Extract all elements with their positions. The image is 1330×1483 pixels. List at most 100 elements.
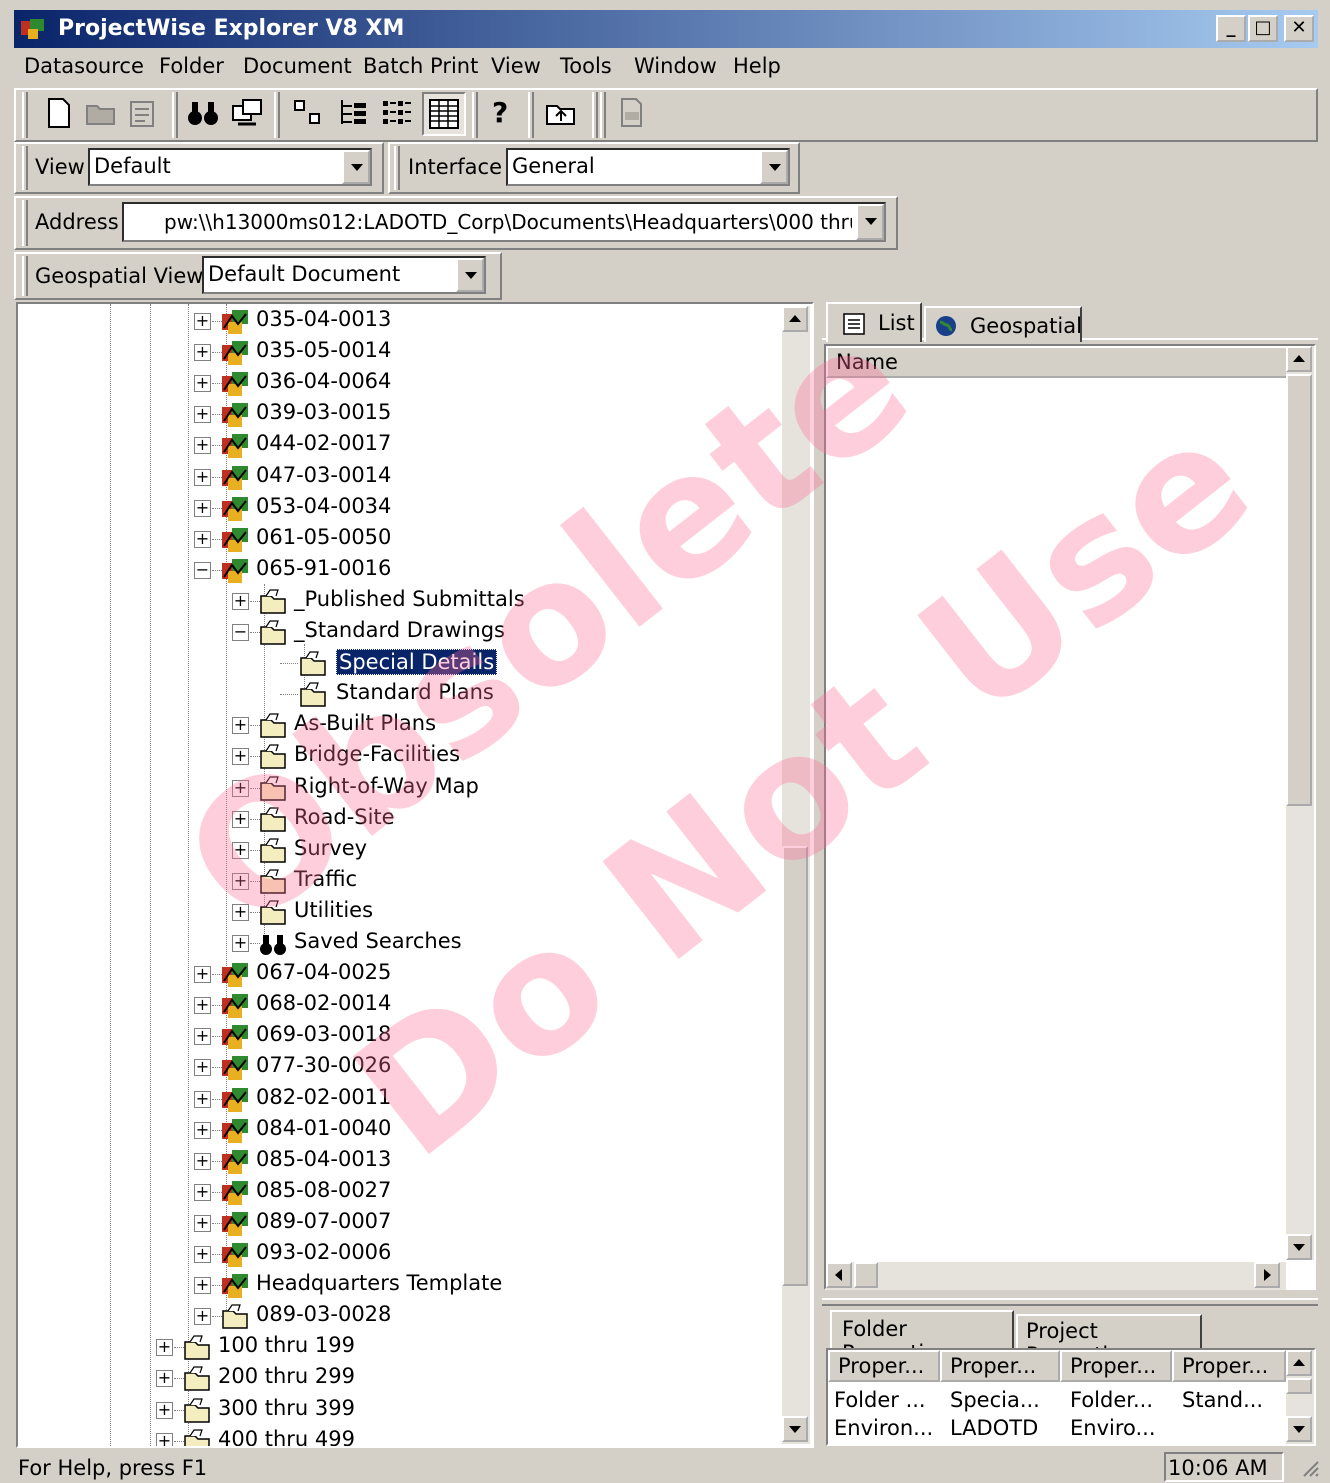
tree-expander[interactable]: + <box>156 1432 173 1446</box>
sync-icon[interactable] <box>230 96 264 130</box>
tree-expander[interactable]: + <box>194 406 211 424</box>
maximize-button[interactable]: □ <box>1248 15 1278 42</box>
tree-expander[interactable]: + <box>156 1339 173 1357</box>
file-list-hscrollbar[interactable] <box>826 1262 1286 1290</box>
tree-expander[interactable]: + <box>194 375 211 393</box>
properties-scroll-down-button[interactable] <box>1286 1416 1312 1442</box>
tree-expander[interactable]: + <box>194 1090 211 1108</box>
tree-expander[interactable]: + <box>194 966 211 984</box>
properties-icon[interactable] <box>126 96 160 130</box>
name-column-header[interactable]: Name <box>826 346 1290 378</box>
tree-scroll-down-button[interactable] <box>782 1416 808 1442</box>
tree-expander[interactable]: + <box>194 1059 211 1077</box>
tree-expander[interactable]: + <box>194 1028 211 1046</box>
tab-project-properties[interactable]: Project Properties <box>1016 1314 1202 1367</box>
tree-expander[interactable]: + <box>232 841 249 859</box>
address-input[interactable]: pw:\\h13000ms012:LADOTD_Corp\Documents\H… <box>122 202 886 242</box>
tree-expander[interactable]: + <box>194 1277 211 1295</box>
menu-datasource[interactable]: Datasource <box>24 54 144 78</box>
geospatial-view-select[interactable]: Default Document <box>202 256 486 294</box>
list-view-icon[interactable] <box>380 96 414 130</box>
help-icon[interactable]: ? <box>484 96 518 130</box>
tree-expander[interactable]: + <box>194 313 211 330</box>
properties-column-header[interactable]: Proper... <box>1060 1350 1172 1382</box>
interface-dropdown-button[interactable] <box>760 150 788 184</box>
tree-expander[interactable]: + <box>194 1152 211 1170</box>
geospatial-dropdown-button[interactable] <box>456 258 484 292</box>
menu-view[interactable]: View <box>491 54 541 78</box>
open-folder-icon[interactable] <box>84 96 118 130</box>
tab-folder-properties[interactable]: Folder Properties <box>830 1310 1014 1365</box>
small-icons-icon[interactable] <box>292 96 326 130</box>
tree-expander[interactable]: + <box>194 344 211 362</box>
menu-tools[interactable]: Tools <box>560 54 612 78</box>
tree-expander[interactable]: + <box>194 1308 211 1326</box>
interface-bar-grip[interactable] <box>394 146 400 190</box>
properties-cell[interactable]: Specia... <box>950 1388 1058 1412</box>
tree-expander[interactable]: + <box>232 748 249 766</box>
toolbar-grip[interactable] <box>22 92 28 138</box>
tree-expander[interactable]: + <box>194 997 211 1015</box>
properties-splitter[interactable] <box>822 1298 1318 1306</box>
tree-expander[interactable]: + <box>232 935 249 952</box>
details-view-button[interactable] <box>422 92 466 136</box>
view-bar-grip[interactable] <box>22 146 28 190</box>
tree-expander[interactable]: + <box>194 437 211 455</box>
tree-expander[interactable]: − <box>194 561 211 579</box>
properties-cell[interactable]: Folder... <box>1070 1388 1170 1412</box>
tree-expander[interactable]: + <box>194 1246 211 1263</box>
tree-scrollbar[interactable] <box>782 306 810 1444</box>
address-dropdown-button[interactable] <box>856 204 884 240</box>
tree-expander[interactable]: + <box>194 499 211 517</box>
tree-expander[interactable]: − <box>232 624 249 641</box>
tree-expander[interactable]: + <box>232 592 249 610</box>
properties-column-header[interactable]: Proper... <box>828 1350 940 1382</box>
geospatial-bar-grip[interactable] <box>22 256 28 296</box>
resize-grip-icon[interactable] <box>1300 1458 1320 1480</box>
address-bar-grip[interactable] <box>22 200 28 246</box>
new-document-icon[interactable] <box>42 96 76 130</box>
menu-window[interactable]: Window <box>634 54 717 78</box>
file-scroll-down-button[interactable] <box>1286 1234 1312 1260</box>
menu-batch-print[interactable]: Batch Print <box>363 54 478 78</box>
tree-expander[interactable]: + <box>194 1121 211 1139</box>
find-binoculars-icon[interactable] <box>186 96 220 130</box>
tree-scroll-thumb[interactable] <box>782 846 808 1286</box>
menu-help[interactable]: Help <box>733 54 781 78</box>
tree-expander[interactable]: + <box>194 530 211 548</box>
tree-expander[interactable]: + <box>194 1214 211 1232</box>
menu-document[interactable]: Document <box>243 54 352 78</box>
file-scroll-right-button[interactable] <box>1254 1262 1280 1288</box>
tree-expander[interactable]: + <box>232 903 249 921</box>
properties-cell[interactable]: Environ... <box>834 1416 938 1440</box>
tree-expander[interactable]: + <box>156 1401 173 1419</box>
properties-cell[interactable]: Enviro... <box>1070 1416 1170 1440</box>
properties-column-header[interactable]: Proper... <box>940 1350 1060 1382</box>
view-dropdown-button[interactable] <box>342 150 370 184</box>
tree-view-icon[interactable] <box>336 96 370 130</box>
tree-expander[interactable]: + <box>232 717 249 735</box>
menu-folder[interactable]: Folder <box>159 54 224 78</box>
up-folder-icon[interactable] <box>544 96 578 130</box>
tree-expander[interactable]: + <box>232 810 249 828</box>
tree-expander[interactable]: + <box>156 1370 173 1388</box>
file-scroll-up-button[interactable] <box>1286 346 1312 372</box>
tree-expander[interactable]: + <box>232 779 249 797</box>
properties-cell[interactable]: LADOTD <box>950 1416 1058 1440</box>
file-hscroll-thumb[interactable] <box>854 1262 878 1288</box>
file-scroll-left-button[interactable] <box>826 1262 852 1288</box>
view-select[interactable]: Default <box>88 148 372 186</box>
tab-list[interactable]: List <box>826 302 922 342</box>
properties-column-header[interactable]: Proper... <box>1172 1350 1286 1382</box>
tree-expander[interactable]: + <box>194 468 211 486</box>
properties-scroll-thumb[interactable] <box>1286 1378 1312 1394</box>
file-list-scrollbar[interactable] <box>1286 346 1314 1260</box>
properties-scrollbar[interactable] <box>1286 1350 1314 1444</box>
tree-expander[interactable]: + <box>194 1183 211 1201</box>
properties-cell[interactable]: Folder ... <box>834 1388 938 1412</box>
file-scroll-thumb[interactable] <box>1286 374 1312 806</box>
tree-expander[interactable]: + <box>232 872 249 890</box>
interface-select[interactable]: General <box>506 148 790 186</box>
tab-geospatial[interactable]: Geospatial <box>924 306 1082 342</box>
tree-scroll-up-button[interactable] <box>782 306 808 332</box>
